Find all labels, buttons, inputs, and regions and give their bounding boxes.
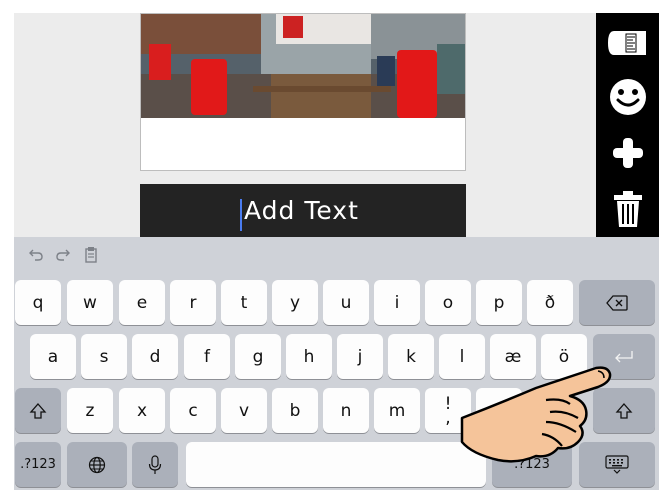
clipboard-icon: [85, 247, 97, 263]
key-eth[interactable]: ð: [527, 280, 573, 325]
app: Add Text q w e r t y u i o p ð a s d f g…: [0, 0, 659, 490]
key-k[interactable]: k: [388, 334, 434, 379]
undo-button[interactable]: [27, 246, 45, 264]
key-t[interactable]: t: [221, 280, 267, 325]
text-bar[interactable]: Add Text: [140, 184, 466, 237]
ruler-icon: [607, 31, 646, 55]
shift-icon: [29, 402, 47, 419]
photo-illustration: [141, 14, 465, 118]
photo-image: [141, 14, 465, 118]
undo-icon: [29, 249, 43, 261]
add-tool-button[interactable]: [596, 127, 659, 179]
key-u[interactable]: u: [323, 280, 369, 325]
key-i[interactable]: i: [374, 280, 420, 325]
right-toolbar: [596, 13, 659, 237]
plus-icon: [612, 138, 643, 168]
key-v[interactable]: v: [221, 388, 267, 433]
space-bar[interactable]: [186, 442, 486, 487]
key-g[interactable]: g: [235, 334, 281, 379]
key-q[interactable]: q: [15, 280, 61, 325]
key-y[interactable]: y: [272, 280, 318, 325]
key-c[interactable]: c: [170, 388, 216, 433]
key-f[interactable]: f: [184, 334, 230, 379]
microphone-icon: [148, 454, 162, 474]
shift-key-left[interactable]: [15, 388, 61, 433]
key-p[interactable]: p: [476, 280, 522, 325]
editor-canvas: Add Text: [14, 13, 659, 237]
ruler-tool-button[interactable]: [596, 17, 659, 69]
key-j[interactable]: j: [337, 334, 383, 379]
key-punct-bottom: ,: [445, 407, 451, 428]
redo-button[interactable]: [54, 246, 72, 264]
add-text-label[interactable]: Add Text: [244, 196, 359, 225]
key-b[interactable]: b: [272, 388, 318, 433]
pointing-hand-icon: [460, 366, 612, 463]
key-d[interactable]: d: [132, 334, 178, 379]
key-r[interactable]: r: [170, 280, 216, 325]
smiley-icon: [609, 79, 646, 115]
backspace-key[interactable]: [579, 280, 655, 325]
key-x[interactable]: x: [119, 388, 165, 433]
trash-icon: [613, 191, 642, 227]
dictation-key[interactable]: [132, 442, 178, 487]
numbers-key-left[interactable]: .?123: [15, 442, 61, 487]
key-h[interactable]: h: [286, 334, 332, 379]
key-e[interactable]: e: [119, 280, 165, 325]
text-cursor: [240, 199, 242, 231]
key-n[interactable]: n: [323, 388, 369, 433]
emoji-tool-button[interactable]: [596, 71, 659, 123]
key-z[interactable]: z: [67, 388, 113, 433]
backspace-icon: [606, 294, 628, 311]
keyboard-shortcut-bar: [14, 237, 659, 273]
key-m[interactable]: m: [374, 388, 420, 433]
delete-tool-button[interactable]: [596, 183, 659, 235]
key-s[interactable]: s: [81, 334, 127, 379]
globe-key[interactable]: [67, 442, 127, 487]
paste-button[interactable]: [82, 246, 100, 264]
key-a[interactable]: a: [30, 334, 76, 379]
photo-card[interactable]: [140, 13, 466, 171]
redo-icon: [56, 249, 70, 261]
globe-icon: [88, 456, 106, 473]
key-w[interactable]: w: [67, 280, 113, 325]
key-o[interactable]: o: [425, 280, 471, 325]
numbers-key-left-label: .?123: [20, 457, 56, 472]
